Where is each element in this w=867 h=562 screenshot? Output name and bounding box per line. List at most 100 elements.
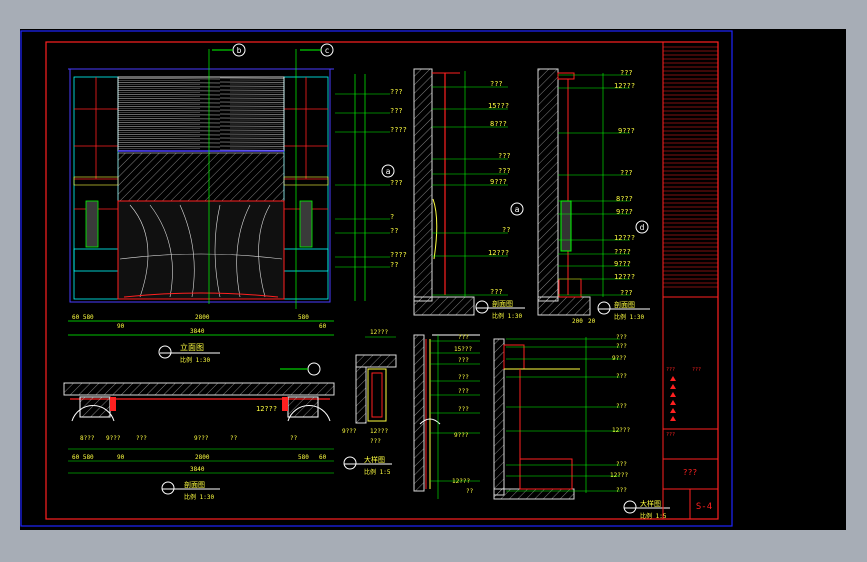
svg-text:???: ??? [498,152,511,160]
drawing-number: S-4 [696,502,712,512]
svg-text:?: ? [390,213,394,221]
svg-text:15???: 15??? [454,346,472,353]
section-b-dims: ??? 15??? 8??? ??? ??? 9??? ?? 12??? ??? [488,80,511,296]
svg-text:???: ??? [616,403,627,410]
svg-text:60: 60 [319,454,327,461]
svg-text:???: ??? [136,435,147,442]
svg-text:9???: 9??? [106,435,121,442]
detail-mid: ??? 15??? ??? ??? ??? ??? 9??? 12??? ?? [413,334,480,499]
section-b: ??? 15??? 8??? ??? ??? 9??? ?? 12??? ???… [413,68,525,320]
project-title: ??? [683,468,698,477]
svg-text:???: ??? [620,289,633,297]
svg-text:8???: 8??? [490,120,507,128]
svg-text:12???: 12??? [610,472,628,479]
section-b-caption: 剖面图 [492,299,513,308]
plan-dims: 8??? 9??? ??? 9??? ?? ?? 60 580 90 2800 … [72,435,327,473]
svg-text:??: ?? [390,227,398,235]
svg-text:12???: 12??? [614,273,635,281]
svg-text:比例 1:30: 比例 1:30 [614,313,644,321]
svg-text:9???: 9??? [614,260,631,268]
svg-text:12???: 12??? [370,428,388,435]
section-c-caption: 剖面图 [614,300,635,309]
detail-mid-dims: ??? 15??? ??? ??? ??? ??? 9??? 12??? ?? [452,334,474,495]
svg-text:比例 1:30: 比例 1:30 [492,312,522,320]
elev-mark-b: b [237,46,242,55]
svg-text:9???: 9??? [490,178,507,186]
svg-text:60 580: 60 580 [72,454,94,461]
elev-mark-c: c [325,46,330,55]
svg-text:???: ??? [458,406,469,413]
drawing-canvas: b c ??? ??? ???? ??? ? ?? ???? ?? a 60 5… [20,30,733,527]
svg-text:???: ??? [390,88,403,96]
svg-text:???: ??? [390,179,403,187]
svg-text:90: 90 [117,323,125,330]
svg-text:比例 1:5: 比例 1:5 [364,468,391,476]
svg-text:60: 60 [319,323,327,330]
svg-text:??: ?? [466,488,474,495]
svg-text:???: ??? [498,167,511,175]
svg-text:15???: 15??? [488,102,509,110]
svg-text:???: ??? [390,107,403,115]
svg-text:580: 580 [298,454,309,461]
svg-text:???: ??? [616,461,627,468]
svg-text:????: ???? [390,126,407,134]
svg-text:200: 200 [572,318,583,325]
svg-text:???: ??? [458,357,469,364]
svg-text:???: ??? [458,334,469,341]
plan-section: 8??? 9??? ??? 9??? ?? ?? 60 580 90 2800 … [63,362,335,501]
front-bottom-dims: 60 580 90 2800 580 60 3840 [72,314,327,335]
svg-text:???: ??? [666,432,675,438]
svg-text:???: ??? [490,80,503,88]
svg-text:2800: 2800 [195,314,210,321]
svg-text:比例 1:30: 比例 1:30 [184,493,214,501]
svg-text:??: ?? [390,261,398,269]
plan-caption: 剖面图 [184,480,205,489]
svg-text:???: ??? [490,288,503,296]
svg-text:12???: 12??? [614,234,635,242]
svg-text:d: d [640,223,645,232]
svg-text:9???: 9??? [616,208,633,216]
svg-text:????: ???? [390,251,407,259]
detail-right: ??? ??? 9??? ??? ??? 12??? ??? 12??? ???… [493,334,670,520]
svg-text:12???: 12??? [612,427,630,434]
svg-text:90: 90 [117,454,125,461]
cad-viewport[interactable]: b c ??? ??? ???? ??? ? ?? ???? ?? a 60 5… [20,29,846,530]
front-scale: 比例 1:30 [180,356,210,364]
svg-text:12???: 12??? [452,478,470,485]
svg-text:???: ??? [458,388,469,395]
svg-text:???: ??? [620,169,633,177]
svg-text:3840: 3840 [190,328,205,335]
section-c-dims: ??? 12??? 9??? ??? 8??? 9??? 12??? ???? … [614,69,635,297]
svg-text:9???: 9??? [194,435,209,442]
svg-text:9???: 9??? [612,355,627,362]
svg-text:12???: 12??? [370,329,388,336]
svg-text:???: ??? [616,343,627,350]
svg-text:8???: 8??? [616,195,633,203]
svg-text:a: a [386,167,391,176]
svg-text:???: ??? [616,373,627,380]
svg-text:??: ?? [502,226,510,234]
svg-text:580: 580 [298,314,309,321]
title-block: ??? ??? ??? ??? S-4 [662,41,719,520]
svg-text:9???: 9??? [454,432,469,439]
svg-text:2800: 2800 [195,454,210,461]
svg-text:???: ??? [370,438,381,445]
svg-text:??: ?? [230,435,238,442]
svg-text:???: ??? [620,69,633,77]
svg-text:9???: 9??? [618,127,635,135]
svg-text:????: ???? [614,248,631,256]
svg-text:20: 20 [588,318,596,325]
section-c: ??? 12??? 9??? ??? 8??? 9??? 12??? ???? … [537,68,650,325]
svg-text:a: a [515,205,520,214]
svg-text:9???: 9??? [342,428,357,435]
svg-text:12???: 12??? [488,249,509,257]
svg-text:3840: 3840 [190,466,205,473]
detail-right-caption: 大样图 [640,499,661,508]
front-side-dims: ??? ??? ???? ??? ? ?? ???? ?? [390,88,407,269]
detail-right-dims: ??? ??? 9??? ??? ??? 12??? ??? 12??? ??? [610,334,630,494]
svg-text:???: ??? [666,367,675,373]
svg-text:12???: 12??? [614,82,635,90]
svg-text:??: ?? [290,435,298,442]
svg-text:8???: 8??? [80,435,95,442]
detail-small-caption: 大样图 [364,455,385,464]
